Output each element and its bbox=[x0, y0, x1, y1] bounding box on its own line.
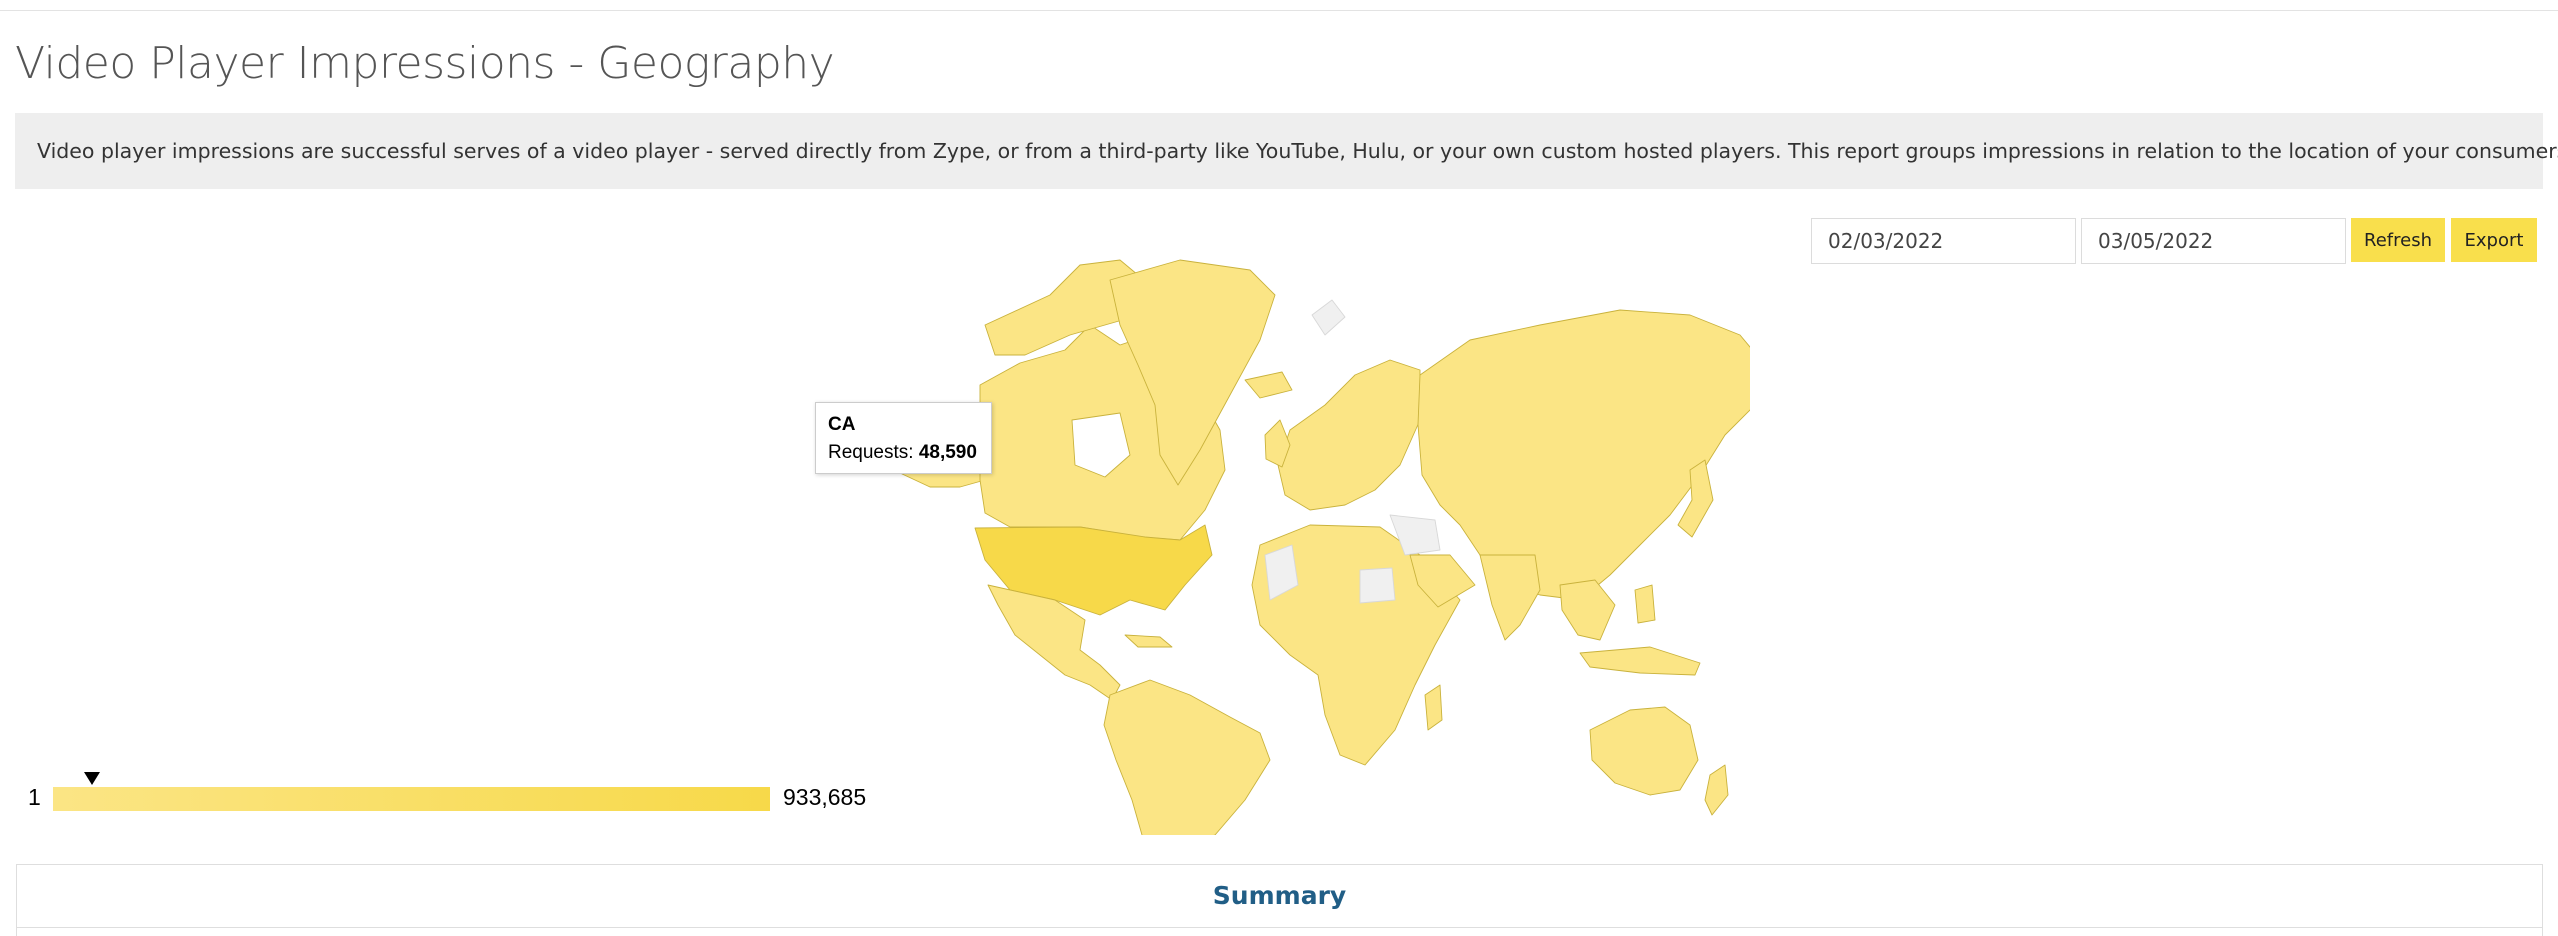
legend-marker-icon bbox=[84, 772, 100, 785]
country-nz[interactable] bbox=[1704, 764, 1729, 816]
country-is[interactable] bbox=[1244, 371, 1293, 399]
summary-panel: Summary bbox=[16, 864, 2543, 936]
region-no-data-sudan bbox=[1359, 567, 1396, 604]
legend-min-value: 1 bbox=[28, 784, 41, 810]
tooltip-metric-label: Requests: bbox=[828, 442, 914, 463]
continent-asia[interactable] bbox=[1417, 309, 1750, 601]
end-date-input[interactable] bbox=[2081, 218, 2346, 264]
summary-divider bbox=[17, 927, 2542, 928]
map-tooltip: CA Requests: 48,590 bbox=[815, 402, 992, 474]
refresh-button[interactable]: Refresh bbox=[2351, 218, 2445, 262]
export-button[interactable]: Export bbox=[2451, 218, 2537, 262]
legend-max-value: 933,685 bbox=[783, 784, 867, 810]
country-mg[interactable] bbox=[1424, 684, 1443, 731]
country-ph[interactable] bbox=[1634, 584, 1656, 624]
country-in[interactable] bbox=[1479, 554, 1541, 641]
top-divider bbox=[0, 10, 2558, 11]
continent-europe[interactable] bbox=[1277, 359, 1421, 511]
region-caribbean[interactable] bbox=[1124, 634, 1173, 648]
start-date-input[interactable] bbox=[1811, 218, 2076, 264]
country-au[interactable] bbox=[1589, 706, 1699, 796]
world-map bbox=[867, 259, 1750, 835]
tooltip-metric: Requests: 48,590 bbox=[828, 442, 979, 464]
country-id[interactable] bbox=[1579, 646, 1701, 676]
country-sj bbox=[1311, 299, 1346, 336]
tooltip-metric-value: 48,590 bbox=[918, 442, 977, 463]
legend-color-scale bbox=[53, 787, 770, 811]
report-description-text: Video player impressions are successful … bbox=[37, 139, 2558, 163]
continent-south-america[interactable] bbox=[1103, 679, 1271, 835]
page-title: Video Player Impressions - Geography bbox=[15, 38, 835, 89]
tooltip-country: CA bbox=[828, 414, 856, 435]
region-southeast-asia[interactable] bbox=[1559, 579, 1616, 641]
report-description: Video player impressions are successful … bbox=[15, 113, 2558, 189]
